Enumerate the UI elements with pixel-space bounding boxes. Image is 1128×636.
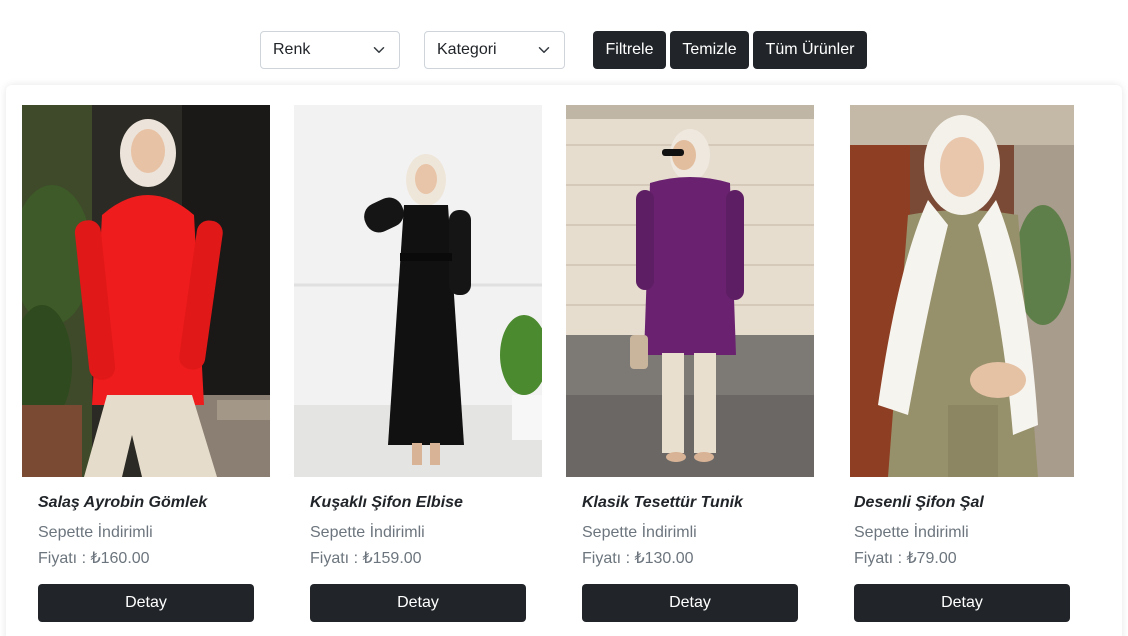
category-select-value: Kategori — [437, 41, 497, 58]
product-title[interactable]: Kuşaklı Şifon Elbise — [310, 494, 463, 512]
product-card: Desenli Şifon Şal Sepette İndirimli Fiya… — [838, 105, 1086, 622]
detail-button[interactable]: Detay — [854, 584, 1070, 622]
product-card: Salaş Ayrobin Gömlek Sepette İndirimli F… — [22, 105, 270, 622]
chevron-down-icon — [538, 47, 550, 53]
product-image[interactable] — [566, 105, 814, 477]
category-select[interactable]: Kategori — [424, 31, 565, 69]
clear-button[interactable]: Temizle — [670, 31, 749, 69]
product-image[interactable] — [838, 105, 1086, 477]
discount-label: Sepette İndirimli — [854, 524, 969, 541]
discount-label: Sepette İndirimli — [38, 524, 153, 541]
detail-button[interactable]: Detay — [310, 584, 526, 622]
discount-label: Sepette İndirimli — [582, 524, 697, 541]
product-price: Fiyatı : ₺160.00 — [38, 550, 150, 567]
chevron-down-icon — [373, 47, 385, 53]
detail-button[interactable]: Detay — [38, 584, 254, 622]
product-image[interactable] — [294, 105, 542, 477]
detail-button[interactable]: Detay — [582, 584, 798, 622]
filter-button[interactable]: Filtrele — [593, 31, 666, 69]
color-select[interactable]: Renk — [260, 31, 400, 69]
product-price: Fiyatı : ₺79.00 — [854, 550, 957, 567]
product-price: Fiyatı : ₺130.00 — [582, 550, 694, 567]
product-title[interactable]: Klasik Tesettür Tunik — [582, 494, 743, 512]
product-title[interactable]: Salaş Ayrobin Gömlek — [38, 494, 207, 512]
discount-label: Sepette İndirimli — [310, 524, 425, 541]
product-card: Kuşaklı Şifon Elbise Sepette İndirimli F… — [294, 105, 542, 622]
product-card: Klasik Tesettür Tunik Sepette İndirimli … — [566, 105, 814, 622]
product-price: Fiyatı : ₺159.00 — [310, 550, 422, 567]
product-image[interactable] — [22, 105, 270, 477]
color-select-value: Renk — [273, 41, 311, 58]
product-title[interactable]: Desenli Şifon Şal — [854, 494, 984, 512]
all-products-button[interactable]: Tüm Ürünler — [753, 31, 867, 69]
filter-bar: Renk Kategori Filtrele Temizle Tüm Ürünl… — [0, 31, 1128, 69]
